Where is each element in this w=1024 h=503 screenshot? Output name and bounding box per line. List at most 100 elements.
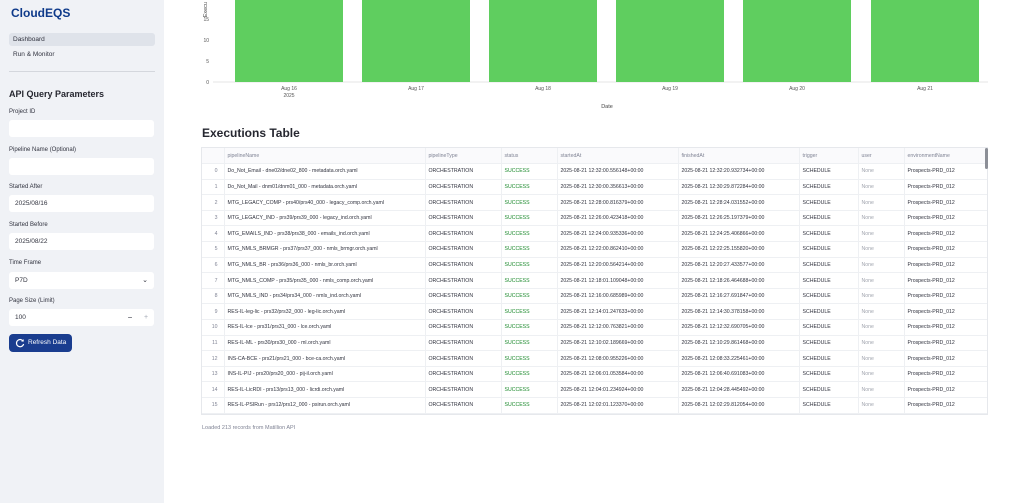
table-cell[interactable]: 8: [202, 288, 225, 305]
table-cell[interactable]: 2025-08-21 12:16:27.691847+00:00: [678, 288, 800, 305]
table-cell[interactable]: SCHEDULE: [799, 257, 859, 274]
table-cell[interactable]: SCHEDULE: [799, 288, 859, 305]
project-id-input[interactable]: [9, 120, 154, 137]
table-cell[interactable]: 2025-08-21 12:24:00.935336+00:00: [557, 225, 679, 243]
table-cell[interactable]: 2025-08-21 12:02:29.812054+00:00: [678, 397, 800, 414]
table-cell[interactable]: SCHEDULE: [799, 194, 859, 211]
table-cell[interactable]: RES-IL-LicRDI - prs13/prs13_000 - licrdi…: [224, 381, 426, 398]
table-cell[interactable]: 2025-08-21 12:30:29.872284+00:00: [678, 179, 800, 196]
table-cell[interactable]: SCHEDULE: [799, 303, 859, 321]
table-cell[interactable]: 2025-08-21 12:12:32.690705+00:00: [678, 319, 800, 336]
table-cell[interactable]: SUCCESS: [501, 319, 558, 336]
table-cell[interactable]: SUCCESS: [501, 210, 558, 227]
table-cell[interactable]: 2025-08-21 12:10:29.861468+00:00: [678, 335, 800, 352]
column-header[interactable]: [202, 148, 225, 165]
table-cell[interactable]: None: [858, 179, 905, 196]
table-cell[interactable]: Prospects-PRD_012: [904, 335, 987, 352]
table-cell[interactable]: ORCHESTRATION: [425, 303, 502, 321]
table-cell[interactable]: None: [858, 366, 905, 383]
table-cell[interactable]: RES-IL-PSIRun - prs12/prs12_000 - psirun…: [224, 397, 426, 414]
table-cell[interactable]: MTG_NMLS_IND - prs34/prs34_000 - nmls_in…: [224, 288, 426, 305]
started-before-date-input[interactable]: [9, 233, 154, 250]
table-cell[interactable]: SUCCESS: [501, 179, 558, 196]
table-cell[interactable]: SCHEDULE: [799, 397, 859, 414]
table-cell[interactable]: SCHEDULE: [799, 210, 859, 227]
table-cell[interactable]: SUCCESS: [501, 350, 558, 367]
table-cell[interactable]: 2025-08-21 12:18:26.464688+00:00: [678, 272, 800, 289]
table-cell[interactable]: 2025-08-21 12:08:33.225461+00:00: [678, 350, 800, 367]
table-cell[interactable]: Prospects-PRD_012: [904, 225, 987, 243]
table-cell[interactable]: ORCHESTRATION: [425, 194, 502, 211]
column-header[interactable]: trigger: [799, 148, 859, 165]
table-cell[interactable]: 2025-08-21 12:04:01.234924+00:00: [557, 381, 679, 398]
table-cell[interactable]: SUCCESS: [501, 257, 558, 274]
table-cell[interactable]: ORCHESTRATION: [425, 163, 502, 180]
table-row[interactable]: 14 RES-IL-LicRDI - prs13/prs13_000 - licr…: [202, 381, 987, 398]
table-cell[interactable]: ORCHESTRATION: [425, 335, 502, 352]
column-header[interactable]: startedAt: [557, 148, 679, 165]
increment-button[interactable]: +: [141, 309, 151, 326]
table-row[interactable]: 12 INS-CA-BCE - prs21/prs21_000 - bce-ca.…: [202, 350, 987, 367]
table-cell[interactable]: None: [858, 163, 905, 180]
table-cell[interactable]: SUCCESS: [501, 303, 558, 321]
table-cell[interactable]: SCHEDULE: [799, 350, 859, 367]
table-cell[interactable]: SUCCESS: [501, 366, 558, 383]
table-cell[interactable]: ORCHESTRATION: [425, 288, 502, 305]
table-cell[interactable]: Prospects-PRD_012: [904, 397, 987, 414]
column-header[interactable]: finishedAt: [678, 148, 800, 165]
table-cell[interactable]: 14: [202, 381, 225, 398]
table-cell[interactable]: 2025-08-21 12:20:00.564214+00:00: [557, 257, 679, 274]
table-cell[interactable]: None: [858, 194, 905, 211]
table-cell[interactable]: ORCHESTRATION: [425, 350, 502, 367]
column-header[interactable]: user: [858, 148, 905, 165]
table-cell[interactable]: None: [858, 319, 905, 336]
table-cell[interactable]: SUCCESS: [501, 397, 558, 414]
table-cell[interactable]: 2025-08-21 12:32:00.556148+00:00: [557, 163, 679, 180]
time-frame-select[interactable]: P7D ⌄: [9, 272, 154, 289]
table-cell[interactable]: 6: [202, 257, 225, 274]
pipeline-name-input[interactable]: [9, 158, 154, 175]
table-row[interactable]: 4 MTG_EMAILS_IND - prs38/prs38_000 - emai…: [202, 225, 987, 243]
table-cell[interactable]: 2025-08-21 12:06:01.053584+00:00: [557, 366, 679, 383]
table-cell[interactable]: Prospects-PRD_012: [904, 179, 987, 196]
table-row[interactable]: 6 MTG_NMLS_BR - prs36/prs36_000 - nmls_br…: [202, 257, 987, 274]
table-cell[interactable]: INS-CA-BCE - prs21/prs21_000 - bce-ca.or…: [224, 350, 426, 367]
table-cell[interactable]: MTG_NMLS_COMP - prs35/prs35_000 - nmls_c…: [224, 272, 426, 289]
table-cell[interactable]: 5: [202, 241, 225, 258]
table-cell[interactable]: 2025-08-21 12:16:00.685989+00:00: [557, 288, 679, 305]
table-cell[interactable]: Prospects-PRD_012: [904, 350, 987, 367]
table-cell[interactable]: SUCCESS: [501, 288, 558, 305]
table-cell[interactable]: ORCHESTRATION: [425, 241, 502, 258]
table-cell[interactable]: 2025-08-21 12:26:25.197379+00:00: [678, 210, 800, 227]
table-row[interactable]: 3 MTG_LEGACY_IND - prs39/prs39_000 - lega…: [202, 210, 987, 227]
table-cell[interactable]: None: [858, 303, 905, 321]
table-cell[interactable]: 2025-08-21 12:10:02.189669+00:00: [557, 335, 679, 352]
table-cell[interactable]: SUCCESS: [501, 335, 558, 352]
table-cell[interactable]: None: [858, 241, 905, 258]
table-cell[interactable]: Prospects-PRD_012: [904, 272, 987, 289]
table-cell[interactable]: SUCCESS: [501, 225, 558, 243]
table-cell[interactable]: 4: [202, 225, 225, 243]
table-cell[interactable]: MTG_LEGACY_COMP - prs40/prs40_000 - lega…: [224, 194, 426, 211]
table-cell[interactable]: 2025-08-21 12:08:00.955226+00:00: [557, 350, 679, 367]
table-cell[interactable]: 2025-08-21 12:04:28.445492+00:00: [678, 381, 800, 398]
table-cell[interactable]: 2025-08-21 12:14:01.247633+00:00: [557, 303, 679, 321]
table-cell[interactable]: 2025-08-21 12:22:25.155820+00:00: [678, 241, 800, 258]
table-cell[interactable]: MTG_NMLS_BR - prs36/prs36_000 - nmls_br.…: [224, 257, 426, 274]
column-header[interactable]: environmentName: [904, 148, 987, 165]
table-cell[interactable]: Do_Not_Mail - dnm01/dnm01_000 - metadata…: [224, 179, 426, 196]
decrement-button[interactable]: −: [125, 309, 135, 326]
table-cell[interactable]: ORCHESTRATION: [425, 179, 502, 196]
table-cell[interactable]: SUCCESS: [501, 381, 558, 398]
table-cell[interactable]: SUCCESS: [501, 163, 558, 180]
table-cell[interactable]: SCHEDULE: [799, 179, 859, 196]
table-cell[interactable]: None: [858, 350, 905, 367]
table-cell[interactable]: SCHEDULE: [799, 319, 859, 336]
table-cell[interactable]: None: [858, 288, 905, 305]
table-cell[interactable]: MTG_NMLS_BRMGR - prs37/prs37_000 - nmls_…: [224, 241, 426, 258]
table-cell[interactable]: 9: [202, 303, 225, 321]
table-cell[interactable]: SCHEDULE: [799, 241, 859, 258]
table-cell[interactable]: 3: [202, 210, 225, 227]
table-cell[interactable]: SUCCESS: [501, 241, 558, 258]
table-row[interactable]: 13 INS-IL-PIJ - prs20/prs20_000 - pij-il.…: [202, 366, 987, 383]
